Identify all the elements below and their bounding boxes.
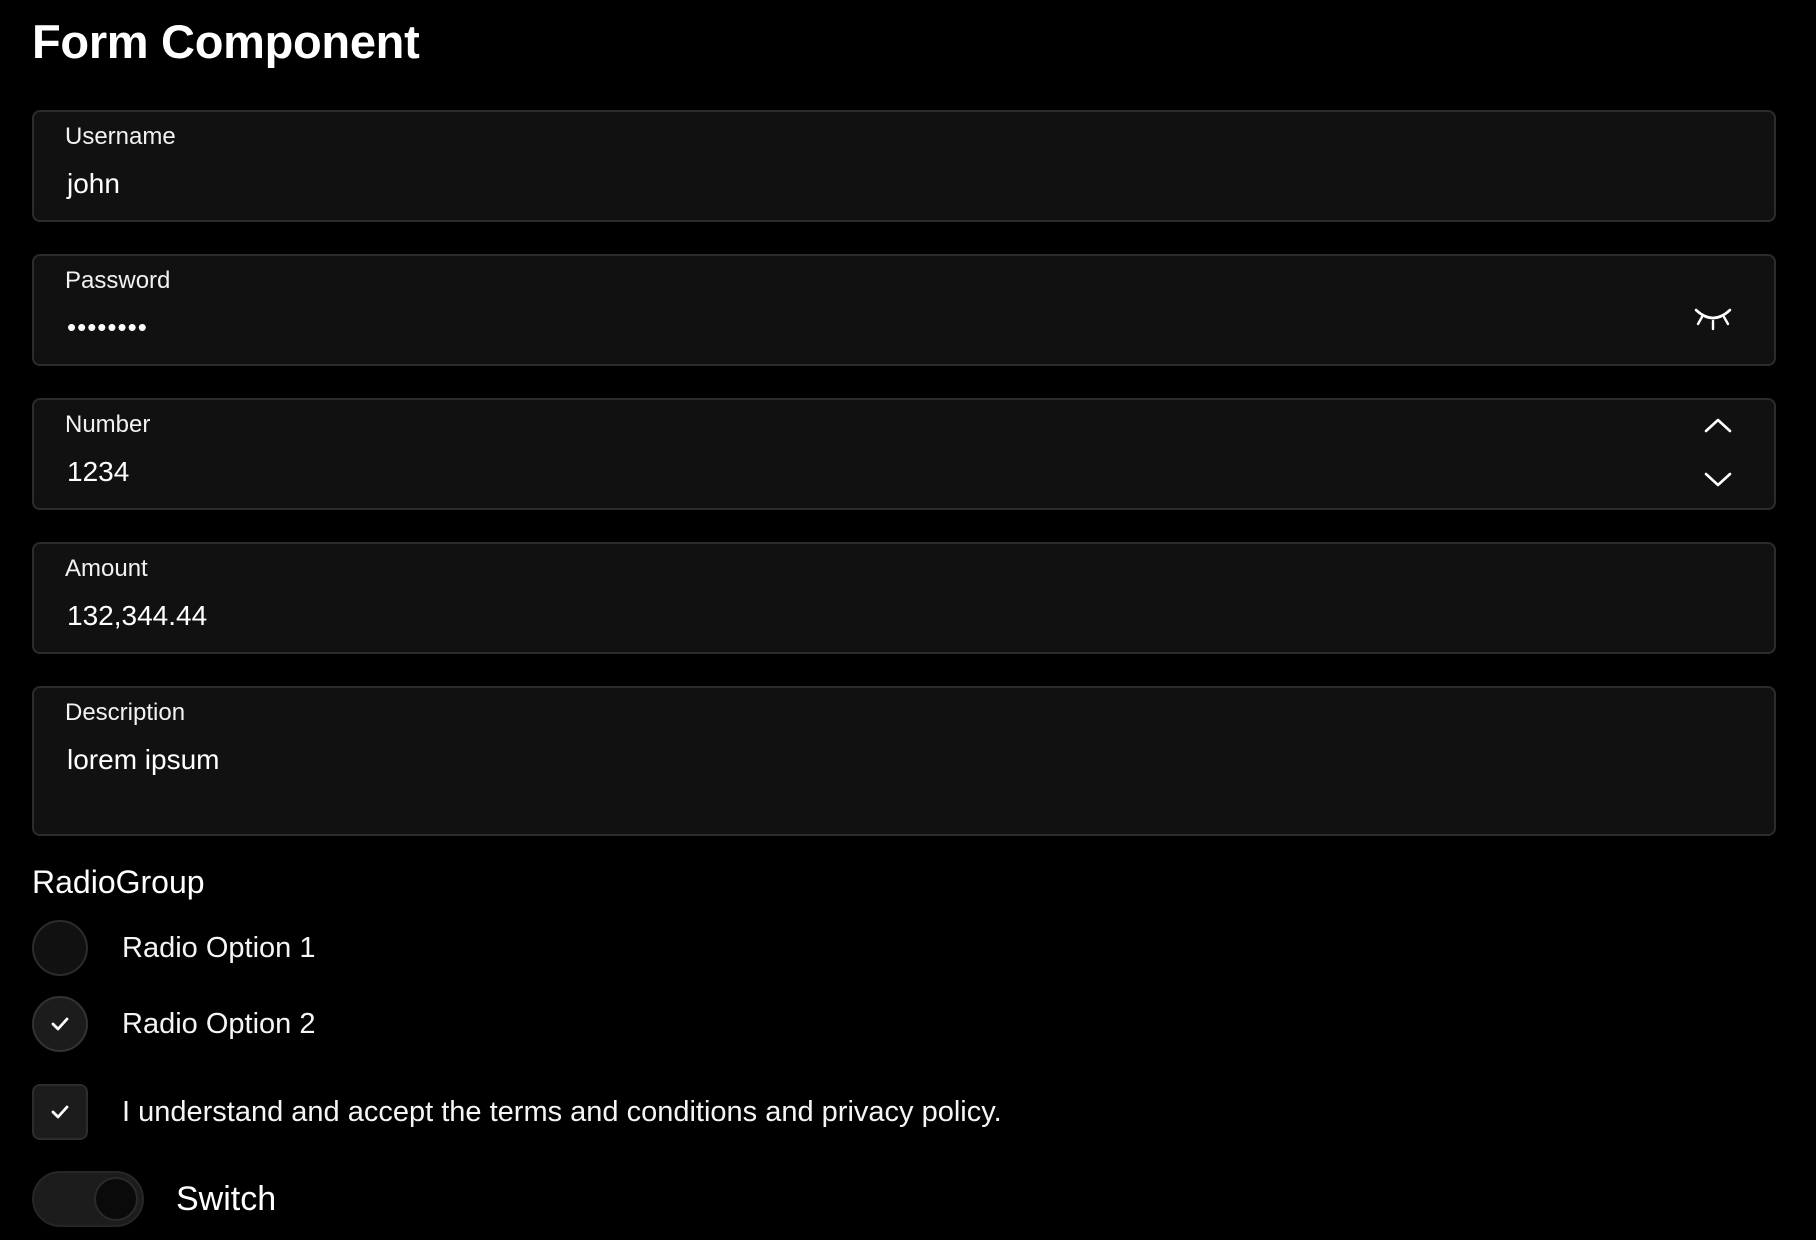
check-icon [51,1105,69,1119]
amount-field[interactable]: Amount 132,344.44 [32,542,1776,654]
username-label: Username [65,123,176,150]
terms-checkbox-row[interactable]: I understand and accept the terms and co… [32,1084,1002,1140]
password-input[interactable]: •••••••• [67,312,148,343]
page-title: Form Component [32,15,420,68]
radio-group-label: RadioGroup [32,864,205,900]
number-field[interactable]: Number 1234 [32,398,1776,510]
terms-label: I understand and accept the terms and co… [122,1095,1002,1128]
username-input[interactable]: john [67,168,120,200]
description-label: Description [65,699,186,726]
switch-toggle[interactable] [32,1171,144,1227]
radio-option-2[interactable]: Radio Option 2 [32,996,315,1052]
radio-option-label: Radio Option 2 [122,1007,316,1040]
password-label: Password [65,267,171,294]
chevron-up-icon[interactable] [1700,412,1736,438]
radio-option-label: Radio Option 1 [122,931,316,964]
radio-button[interactable] [32,996,88,1052]
form-page: Form Component Username john Password ••… [0,0,1816,1240]
radio-button[interactable] [32,920,88,976]
number-label: Number [65,411,151,438]
description-field[interactable]: Description lorem ipsum [32,686,1776,836]
switch-knob [94,1177,138,1221]
switch-label: Switch [176,1179,277,1218]
description-textarea[interactable]: lorem ipsum [67,744,219,776]
eye-closed-icon[interactable] [1692,302,1734,332]
amount-label: Amount [65,555,148,582]
username-field[interactable]: Username john [32,110,1776,222]
amount-input[interactable]: 132,344.44 [67,600,207,632]
terms-checkbox[interactable] [32,1084,88,1140]
radio-option-1[interactable]: Radio Option 1 [32,920,315,976]
chevron-down-icon[interactable] [1700,466,1736,492]
password-field[interactable]: Password •••••••• [32,254,1776,366]
switch-row[interactable]: Switch [32,1170,276,1228]
check-icon [51,1017,69,1031]
number-input[interactable]: 1234 [67,456,129,488]
